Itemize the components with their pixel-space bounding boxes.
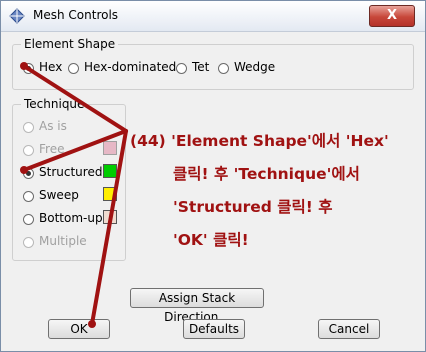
annotation-line-1: (44) 'Element Shape'에서 'Hex' [130,132,389,150]
annotation-line-3: 'Structured 클릭! 후 [173,198,333,216]
ok-marker [88,320,96,328]
hex-marker [20,62,28,70]
arrow-to-hex [22,64,128,133]
annotation-line-2: 클릭! 후 'Technique'에서 [173,165,360,183]
annotation-line-4: 'OK' 클릭! [173,231,249,249]
arrow-to-ok [90,129,128,326]
arrow-to-structured [22,129,128,172]
structured-marker [20,166,28,174]
